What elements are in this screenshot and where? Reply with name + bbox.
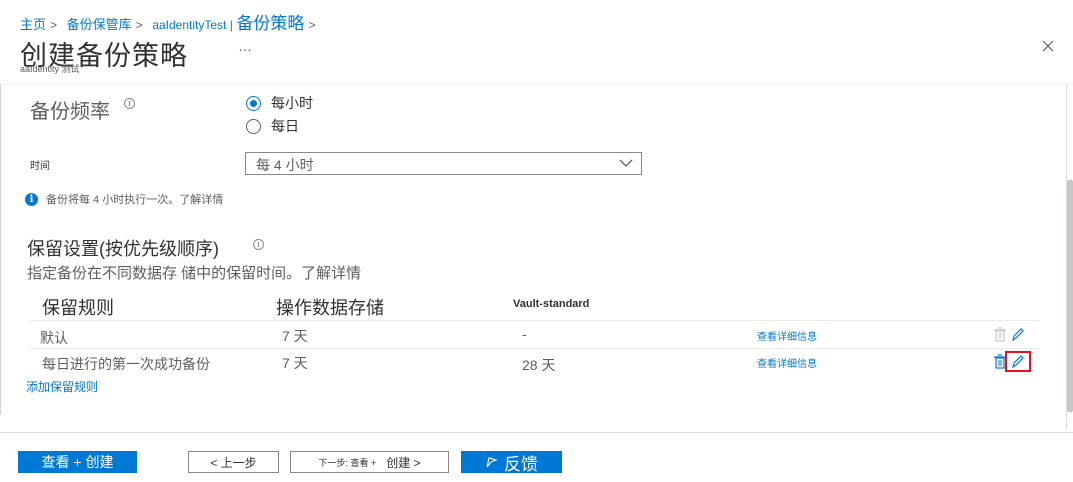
edit-icon[interactable] <box>1011 327 1025 342</box>
table-divider <box>30 348 1040 349</box>
row-daily-rule: 每日进行的第一次成功备份 <box>42 356 210 372</box>
frequency-label: 备份频率 <box>30 101 110 123</box>
info-icon[interactable] <box>253 239 264 250</box>
review-create-button[interactable]: 查看 + 创建 <box>18 451 137 473</box>
scrollbar-thumb[interactable] <box>1067 180 1073 412</box>
feedback-icon <box>486 456 498 467</box>
breadcrumb: 主页 > 备份保管库 > aaIdentityTest | 备份策略 > <box>20 9 321 34</box>
chevron-right-icon: > <box>308 18 316 32</box>
column-header-vault: Vault-standard <box>513 298 590 310</box>
feedback-button[interactable]: 反馈 <box>461 451 562 474</box>
radio-daily[interactable]: 每日 <box>246 116 299 136</box>
chevron-right-icon: > <box>135 18 143 32</box>
radio-daily-label: 每日 <box>271 118 299 134</box>
breadcrumb-home[interactable]: 主页 <box>20 17 46 32</box>
header-divider <box>0 84 1073 85</box>
column-header-operational: 操作数据存储 <box>276 298 384 318</box>
add-retention-rule-link[interactable]: 添加保留规则 <box>26 378 98 395</box>
feedback-label: 反馈 <box>504 454 538 474</box>
footer-bar: 查看 + 创建 < 上一步 下一步: 查看 + 创建 > 反馈 <box>0 432 1073 482</box>
notice-text: 备份将每 4 小时执行一次。了解详情 <box>46 194 224 206</box>
info-icon[interactable] <box>124 98 135 109</box>
row-daily-details-link[interactable]: 查看详细信息 <box>757 355 817 370</box>
chevron-right-icon: > <box>50 18 58 32</box>
previous-button[interactable]: < 上一步 <box>188 451 279 473</box>
row-default-vault: - <box>522 326 527 342</box>
time-label: 时间 <box>30 161 50 172</box>
highlight-box <box>1005 351 1031 372</box>
radio-hourly-label: 每小时 <box>271 95 313 111</box>
radio-unchecked-icon[interactable] <box>246 118 261 134</box>
more-options-icon[interactable]: … <box>238 38 253 54</box>
row-default-operational: 7 天 <box>282 328 308 344</box>
time-dropdown-value: 每 4 小时 <box>256 157 314 173</box>
retention-description: 指定备份在不同数据存 储中的保留时间。了解详情 <box>27 265 362 282</box>
breadcrumb-current[interactable]: 备份策略 <box>236 14 304 33</box>
row-default-details-link[interactable]: 查看详细信息 <box>757 328 817 343</box>
chevron-down-icon <box>619 159 633 167</box>
row-daily-operational: 7 天 <box>282 355 308 371</box>
row-daily-vault: 28 天 <box>522 357 556 373</box>
next-button[interactable]: 下一步: 查看 + 创建 > <box>290 451 449 473</box>
frequency-notice: i 备份将每 4 小时执行一次。了解详情 <box>25 191 223 207</box>
next-button-prefix: 下一步: 查看 + <box>318 457 377 468</box>
time-dropdown[interactable]: 每 4 小时 <box>245 152 642 175</box>
info-filled-icon: i <box>25 192 38 206</box>
retention-title: 保留设置(按优先级顺序) <box>27 239 219 259</box>
page-subtitle: aaIdentity 测试 <box>20 64 80 74</box>
breadcrumb-backup-vault[interactable]: 备份保管库 <box>67 17 132 32</box>
row-default-rule: 默认 <box>40 330 68 346</box>
column-header-rule: 保留规则 <box>42 298 114 318</box>
radio-checked-icon[interactable] <box>246 95 261 111</box>
panel-left-border <box>0 85 1 415</box>
delete-icon <box>994 327 1006 342</box>
breadcrumb-identity[interactable]: aaIdentityTest | <box>152 18 233 32</box>
next-button-suffix: 创建 > <box>386 455 421 470</box>
radio-hourly[interactable]: 每小时 <box>246 93 313 113</box>
close-icon[interactable] <box>1040 38 1056 54</box>
table-divider <box>30 320 1040 321</box>
